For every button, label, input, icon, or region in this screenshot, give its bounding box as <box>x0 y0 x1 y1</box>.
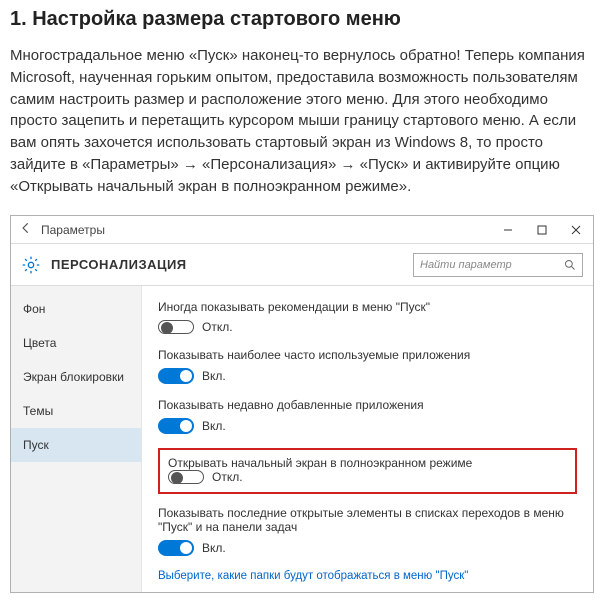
toggle-state-text: Вкл. <box>202 541 226 555</box>
setting-label: Иногда показывать рекомендации в меню "П… <box>158 300 577 314</box>
gear-icon <box>21 255 41 275</box>
setting-3: Открывать начальный экран в полноэкранно… <box>158 448 577 494</box>
sidebar-item-3[interactable]: Темы <box>11 394 141 428</box>
article-body: Многострадальное меню «Пуск» наконец-то … <box>10 45 594 197</box>
toggle-state-text: Вкл. <box>202 419 226 433</box>
toggle-state-text: Откл. <box>212 470 243 484</box>
sidebar-item-2[interactable]: Экран блокировки <box>11 360 141 394</box>
close-button[interactable] <box>559 216 593 244</box>
article-heading: 1. Настройка размера стартового меню <box>10 8 594 31</box>
sidebar-item-4[interactable]: Пуск <box>11 428 141 462</box>
close-icon <box>571 225 581 235</box>
main-panel: Иногда показывать рекомендации в меню "П… <box>141 286 593 592</box>
arrow-left-icon <box>19 221 33 235</box>
toggle-switch[interactable] <box>168 470 204 484</box>
toggle-switch[interactable] <box>158 418 194 434</box>
toggle-switch[interactable] <box>158 320 194 334</box>
search-input[interactable]: Найти параметр <box>413 253 583 277</box>
setting-label: Открывать начальный экран в полноэкранно… <box>168 456 567 470</box>
toggle-row: Вкл. <box>158 418 577 434</box>
toggle-knob <box>171 472 183 484</box>
window-title: Параметры <box>41 223 491 237</box>
titlebar: Параметры <box>11 216 593 244</box>
setting-label: Показывать последние открытые элементы в… <box>158 506 577 534</box>
setting-label: Показывать недавно добавленные приложени… <box>158 398 577 412</box>
sidebar: ФонЦветаЭкран блокировкиТемыПуск <box>11 286 141 592</box>
toggle-switch[interactable] <box>158 368 194 384</box>
window-controls <box>491 216 593 244</box>
setting-4: Показывать последние открытые элементы в… <box>158 506 577 556</box>
toggle-row: Откл. <box>168 470 567 484</box>
header-row: ПЕРСОНАЛИЗАЦИЯ Найти параметр <box>11 244 593 286</box>
setting-label: Показывать наиболее часто используемые п… <box>158 348 577 362</box>
minimize-button[interactable] <box>491 216 525 244</box>
toggle-knob <box>180 542 192 554</box>
setting-1: Показывать наиболее часто используемые п… <box>158 348 577 384</box>
maximize-icon <box>537 225 547 235</box>
back-button[interactable] <box>11 221 41 238</box>
toggle-knob <box>180 420 192 432</box>
toggle-knob <box>180 370 192 382</box>
sidebar-item-1[interactable]: Цвета <box>11 326 141 360</box>
toggle-switch[interactable] <box>158 540 194 556</box>
toggle-knob <box>161 322 173 334</box>
content-area: ФонЦветаЭкран блокировкиТемыПуск Иногда … <box>11 286 593 592</box>
setting-2: Показывать недавно добавленные приложени… <box>158 398 577 434</box>
settings-window: Параметры ПЕРСОНАЛИЗАЦИЯ Найти параметр … <box>10 215 594 593</box>
toggle-row: Вкл. <box>158 368 577 384</box>
sidebar-item-0[interactable]: Фон <box>11 292 141 326</box>
search-icon <box>564 259 576 271</box>
search-placeholder: Найти параметр <box>420 259 564 271</box>
toggle-row: Откл. <box>158 320 577 334</box>
minimize-icon <box>503 225 513 235</box>
toggle-state-text: Вкл. <box>202 369 226 383</box>
setting-0: Иногда показывать рекомендации в меню "П… <box>158 300 577 334</box>
maximize-button[interactable] <box>525 216 559 244</box>
toggle-state-text: Откл. <box>202 320 233 334</box>
folders-link[interactable]: Выберите, какие папки будут отображаться… <box>158 570 577 582</box>
toggle-row: Вкл. <box>158 540 577 556</box>
header-title: ПЕРСОНАЛИЗАЦИЯ <box>51 257 413 272</box>
